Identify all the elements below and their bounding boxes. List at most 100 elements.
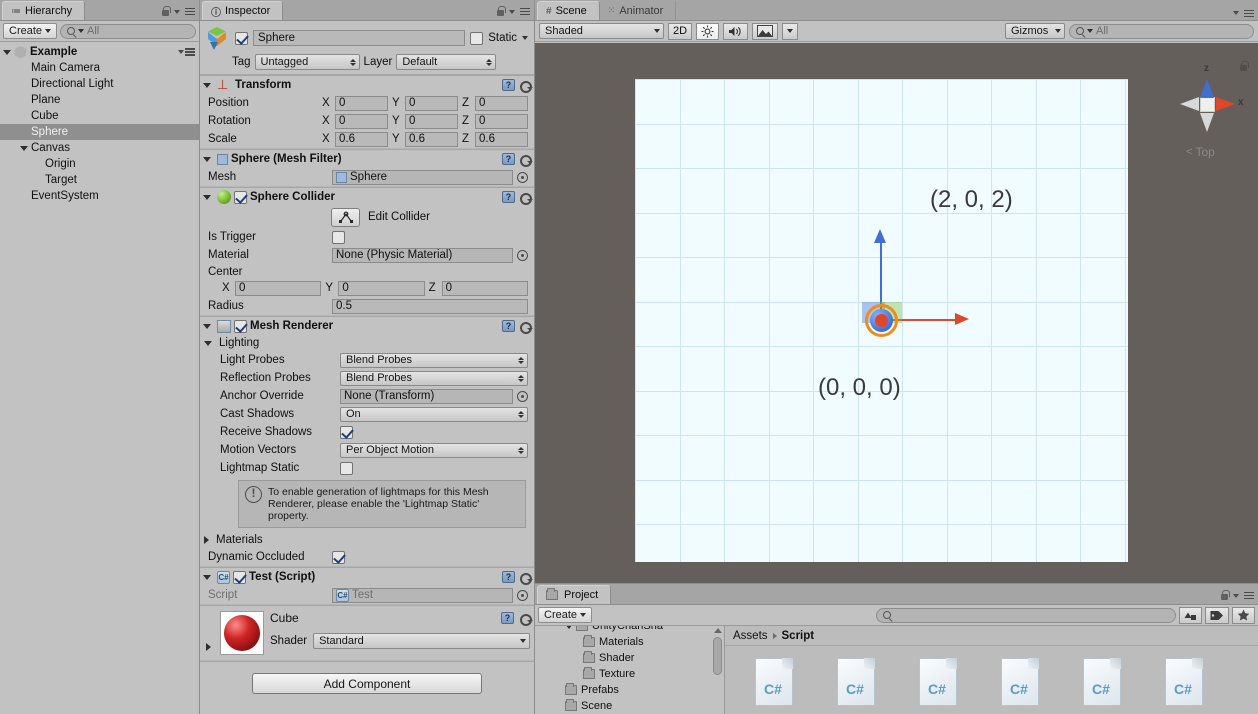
- effects-dropdown-button[interactable]: [782, 22, 799, 40]
- scroll-up-arrow-icon[interactable]: [714, 628, 722, 633]
- breadcrumb-item[interactable]: Script: [782, 630, 815, 642]
- receive-shadows-checkbox[interactable]: [340, 425, 353, 439]
- asset-item-csharp[interactable]: C#: [1165, 658, 1203, 706]
- type-filter-button[interactable]: [1179, 606, 1202, 624]
- expand-arrow-icon[interactable]: [204, 536, 209, 544]
- lighting-toggle-button[interactable]: [696, 22, 720, 40]
- asset-item-csharp[interactable]: C#: [837, 658, 875, 706]
- breadcrumb-item[interactable]: Assets: [733, 630, 768, 642]
- mesh-object-field[interactable]: Sphere: [332, 169, 513, 185]
- mesh-renderer-enabled-checkbox[interactable]: [234, 319, 247, 333]
- collapse-arrow-icon[interactable]: [203, 574, 211, 580]
- menu-caret-icon[interactable]: [174, 9, 180, 14]
- center-y-input[interactable]: 0: [338, 280, 425, 296]
- cast-shadows-dropdown[interactable]: On: [340, 406, 528, 422]
- effects-toggle-button[interactable]: [752, 22, 779, 40]
- asset-item-csharp[interactable]: C#: [919, 658, 957, 706]
- collapse-arrow-icon[interactable]: [204, 340, 212, 346]
- draw-mode-dropdown[interactable]: Shaded: [539, 23, 664, 39]
- hierarchy-item-eventsystem[interactable]: EventSystem: [0, 188, 199, 204]
- panel-menu-icon[interactable]: [1244, 591, 1254, 600]
- radius-input[interactable]: 0.5: [332, 298, 528, 314]
- hierarchy-root-row[interactable]: Example: [0, 44, 199, 60]
- tab-inspector[interactable]: ⓘ Inspector: [202, 1, 284, 20]
- gizmo-axis-negz-cone[interactable]: [1200, 113, 1214, 132]
- object-picker-icon[interactable]: [517, 171, 528, 183]
- gameobject-name-input[interactable]: Sphere: [253, 30, 466, 46]
- asset-item-csharp[interactable]: C#: [1001, 658, 1039, 706]
- collapse-arrow-icon[interactable]: [203, 82, 211, 88]
- menu-caret-icon[interactable]: [1233, 593, 1239, 598]
- hierarchy-item-target[interactable]: Target: [0, 172, 199, 188]
- object-picker-icon[interactable]: [517, 249, 528, 261]
- center-x-input[interactable]: 0: [235, 280, 322, 296]
- gear-icon[interactable]: [518, 191, 533, 205]
- dynamic-occluded-checkbox[interactable]: [332, 550, 345, 564]
- transform-header[interactable]: ⊥ Transform ?: [200, 76, 534, 94]
- physic-material-field[interactable]: None (Physic Material): [332, 247, 513, 263]
- create-button[interactable]: Create: [3, 23, 57, 39]
- create-button[interactable]: Create: [538, 607, 592, 623]
- static-checkbox[interactable]: [470, 31, 484, 45]
- mesh-renderer-header[interactable]: Mesh Renderer ?: [200, 317, 534, 335]
- gizmo-y-arrowhead-icon[interactable]: [874, 229, 886, 243]
- script-object-field[interactable]: C# Test: [332, 587, 513, 603]
- gear-icon[interactable]: [518, 79, 533, 93]
- gameobject-enabled-checkbox[interactable]: [235, 31, 248, 45]
- help-icon[interactable]: ?: [502, 153, 515, 165]
- gizmo-lock-icon[interactable]: [1239, 61, 1249, 72]
- gizmo-axis-x-cone[interactable]: [1216, 97, 1235, 111]
- transform-scale-x-input[interactable]: 0.6: [335, 131, 388, 147]
- shader-dropdown[interactable]: Standard: [313, 633, 530, 649]
- sphere-collider-enabled-checkbox[interactable]: [234, 190, 247, 204]
- project-folder-materials[interactable]: Materials: [535, 634, 724, 650]
- help-icon[interactable]: ?: [502, 571, 515, 583]
- lightmap-static-checkbox[interactable]: [340, 461, 353, 475]
- project-folder-prefabs[interactable]: Prefabs: [535, 682, 724, 698]
- scene-viewport[interactable]: (2, 0, 2) (0, 0, 0) z x < Top: [535, 43, 1258, 583]
- project-folder-unitychansha[interactable]: UnityChanSha: [535, 626, 724, 634]
- hierarchy-item-origin[interactable]: Origin: [0, 156, 199, 172]
- expand-arrow-icon[interactable]: [3, 49, 11, 55]
- object-picker-icon[interactable]: [517, 589, 528, 601]
- help-icon[interactable]: ?: [501, 612, 514, 624]
- transform-rotation-y-input[interactable]: 0: [405, 113, 458, 129]
- hierarchy-item-main-camera[interactable]: Main Camera: [0, 60, 199, 76]
- test-script-header[interactable]: C# Test (Script) ?: [200, 568, 534, 586]
- lock-icon[interactable]: [161, 6, 171, 17]
- gear-icon[interactable]: [518, 571, 533, 585]
- project-tree-scrollbar[interactable]: [712, 628, 723, 712]
- expand-arrow-icon[interactable]: [20, 145, 28, 151]
- help-icon[interactable]: ?: [502, 79, 515, 91]
- gizmo-center-cube[interactable]: [1200, 97, 1215, 112]
- reflection-probes-dropdown[interactable]: Blend Probes: [340, 370, 528, 386]
- tab-hierarchy[interactable]: ≔ Hierarchy: [2, 1, 86, 20]
- hierarchy-item-canvas[interactable]: Canvas: [0, 140, 199, 156]
- expand-arrow-icon[interactable]: [565, 626, 573, 629]
- hierarchy-root-menu-icon[interactable]: [185, 48, 195, 56]
- transform-scale-z-input[interactable]: 0.6: [475, 131, 528, 147]
- hierarchy-item-cube[interactable]: Cube: [0, 108, 199, 124]
- static-dropdown-icon[interactable]: [522, 36, 528, 40]
- mesh-filter-header[interactable]: Sphere (Mesh Filter) ?: [200, 150, 534, 168]
- transform-position-y-input[interactable]: 0: [405, 95, 458, 111]
- transform-scale-y-input[interactable]: 0.6: [405, 131, 458, 147]
- panel-menu-icon[interactable]: [1244, 9, 1254, 17]
- transform-position-x-input[interactable]: 0: [335, 95, 388, 111]
- gear-icon[interactable]: [518, 153, 533, 167]
- project-folder-scene[interactable]: Scene: [535, 698, 724, 714]
- edit-collider-button[interactable]: [331, 207, 360, 227]
- gizmo-persp-toggle-icon[interactable]: <: [1186, 146, 1192, 158]
- hierarchy-search-input[interactable]: All: [60, 23, 196, 39]
- layer-dropdown[interactable]: Default: [396, 54, 497, 70]
- lock-icon[interactable]: [1220, 590, 1230, 601]
- transform-rotation-x-input[interactable]: 0: [335, 113, 388, 129]
- scene-search-input[interactable]: All: [1069, 23, 1254, 39]
- object-picker-icon[interactable]: [517, 390, 528, 402]
- scene-view-gizmo[interactable]: z x < Top: [1164, 61, 1250, 167]
- gizmos-dropdown[interactable]: Gizmos: [1005, 23, 1065, 39]
- tag-dropdown[interactable]: Untagged: [254, 54, 360, 70]
- collapse-arrow-icon[interactable]: [203, 194, 211, 200]
- hierarchy-item-sphere[interactable]: Sphere: [0, 124, 199, 140]
- script-enabled-checkbox[interactable]: [233, 570, 246, 584]
